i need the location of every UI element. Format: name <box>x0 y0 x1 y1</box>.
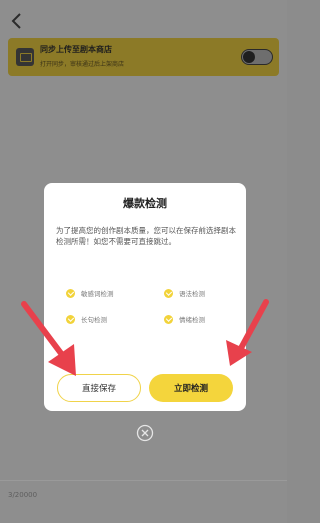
check-label: 语法检测 <box>179 290 205 298</box>
save-directly-button[interactable]: 直接保存 <box>57 374 141 402</box>
check-sensitive-words: 敏感词检测 <box>66 288 114 298</box>
right-arrow-icon <box>226 299 269 366</box>
check-icon <box>66 288 75 298</box>
divider <box>0 480 287 481</box>
left-arrow-icon <box>21 301 76 376</box>
check-grammar: 语法检测 <box>164 288 205 298</box>
dialog-title: 爆款检测 <box>123 197 167 210</box>
banner-subtitle: 打开同步，审核通过后上架商店 <box>40 61 125 68</box>
toggle-knob <box>243 51 255 63</box>
character-counter: 3/20000 <box>8 491 38 499</box>
store-icon <box>16 48 34 66</box>
check-label: 情绪检测 <box>179 316 205 324</box>
check-label: 敏感词检测 <box>81 290 114 298</box>
dialog-description: 为了提高您的创作剧本质量，您可以在保存前选择剧本检测所需！如您不需要可直接跳过。 <box>56 226 236 246</box>
chevron-left-icon[interactable] <box>6 10 28 32</box>
check-now-button[interactable]: 立即检测 <box>149 374 233 402</box>
check-icon <box>164 314 173 324</box>
sync-store-banner: 同步上传至剧本商店 打开同步，审核通过后上架商店 <box>8 38 279 76</box>
banner-title: 同步上传至剧本商店 <box>40 45 112 54</box>
sync-toggle[interactable] <box>241 49 273 65</box>
check-icon <box>164 288 173 298</box>
check-label: 长句检测 <box>81 316 107 324</box>
close-icon[interactable] <box>136 424 154 442</box>
check-emotion: 情绪检测 <box>164 314 205 324</box>
